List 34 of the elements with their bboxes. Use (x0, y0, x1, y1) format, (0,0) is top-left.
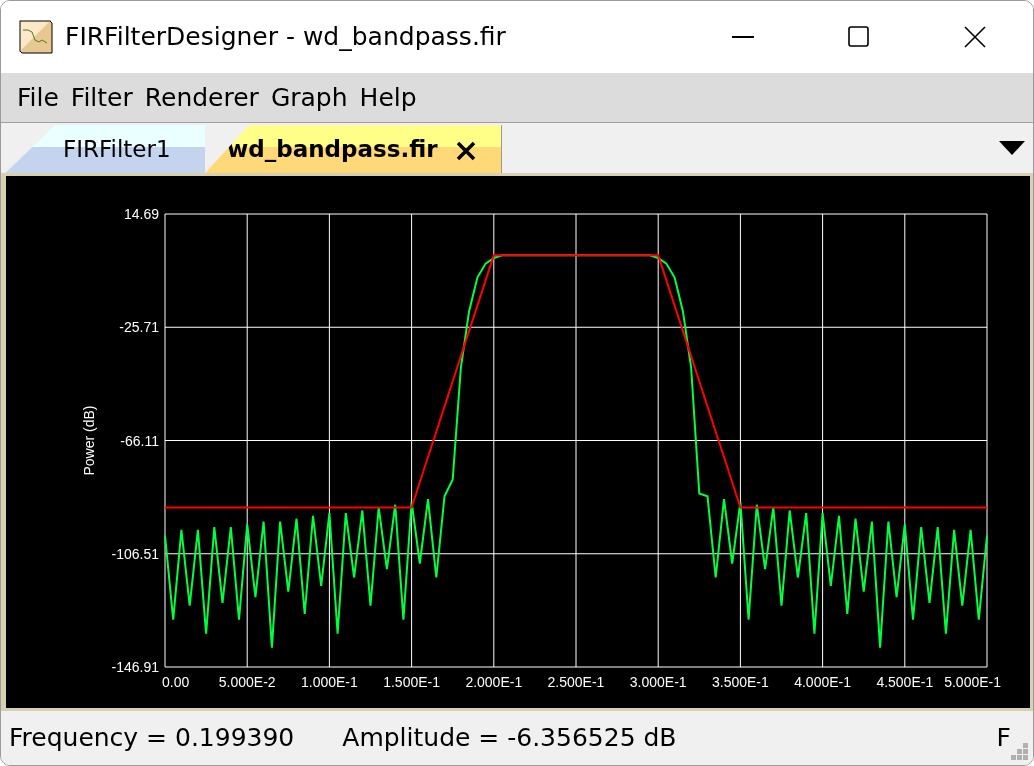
maximize-icon (848, 26, 870, 48)
menu-item[interactable]: Graph (264, 78, 354, 117)
dropdown-arrow-icon[interactable] (999, 140, 1025, 157)
app-icon (19, 20, 53, 54)
x-tick-label: 4.000E-1 (794, 674, 851, 691)
resize-grip-icon (1011, 743, 1029, 761)
close-icon (964, 26, 986, 48)
status-text: F (996, 722, 1011, 755)
y-tick-label: -146.91 (111, 659, 159, 676)
status-text: Frequency = 0.199390 (9, 722, 295, 755)
x-tick-label: 5.000E-2 (218, 674, 276, 691)
x-tick-label: 4.500E-1 (876, 674, 934, 691)
x-tick-label: 2.500E-1 (547, 674, 605, 691)
y-tick-label: -106.51 (111, 546, 159, 563)
menu-item[interactable]: File (11, 78, 65, 117)
tab[interactable]: FIRFilter1 (5, 125, 205, 174)
tab[interactable]: wd_bandpass.fir (205, 125, 502, 174)
status-text: Amplitude = -6.356525 dB (342, 722, 677, 755)
x-tick-label: 1.500E-1 (383, 674, 440, 691)
y-tick-label: -25.71 (119, 319, 159, 336)
y-tick-label: 14.69 (123, 206, 159, 223)
x-tick-label: 1.000E-1 (301, 674, 358, 691)
y-tick-label: -66.11 (120, 432, 159, 449)
y-axis-title: Power (dB) (81, 405, 97, 476)
x-tick-label: 3.500E-1 (712, 674, 769, 691)
minimize-icon (732, 36, 754, 38)
x-tick-label: 5.000E-1 (944, 674, 1001, 691)
x-tick-label: 3.000E-1 (629, 674, 687, 691)
menu-item[interactable]: Filter (64, 78, 139, 117)
menu-item[interactable]: Renderer (138, 78, 265, 117)
x-tick-label: 2.000E-1 (465, 674, 523, 691)
menu-item[interactable]: Help (353, 78, 423, 117)
window-title: FIRFilterDesigner - wd_bandpass.fir (65, 21, 506, 54)
x-tick-label: 0.00 (162, 674, 190, 691)
